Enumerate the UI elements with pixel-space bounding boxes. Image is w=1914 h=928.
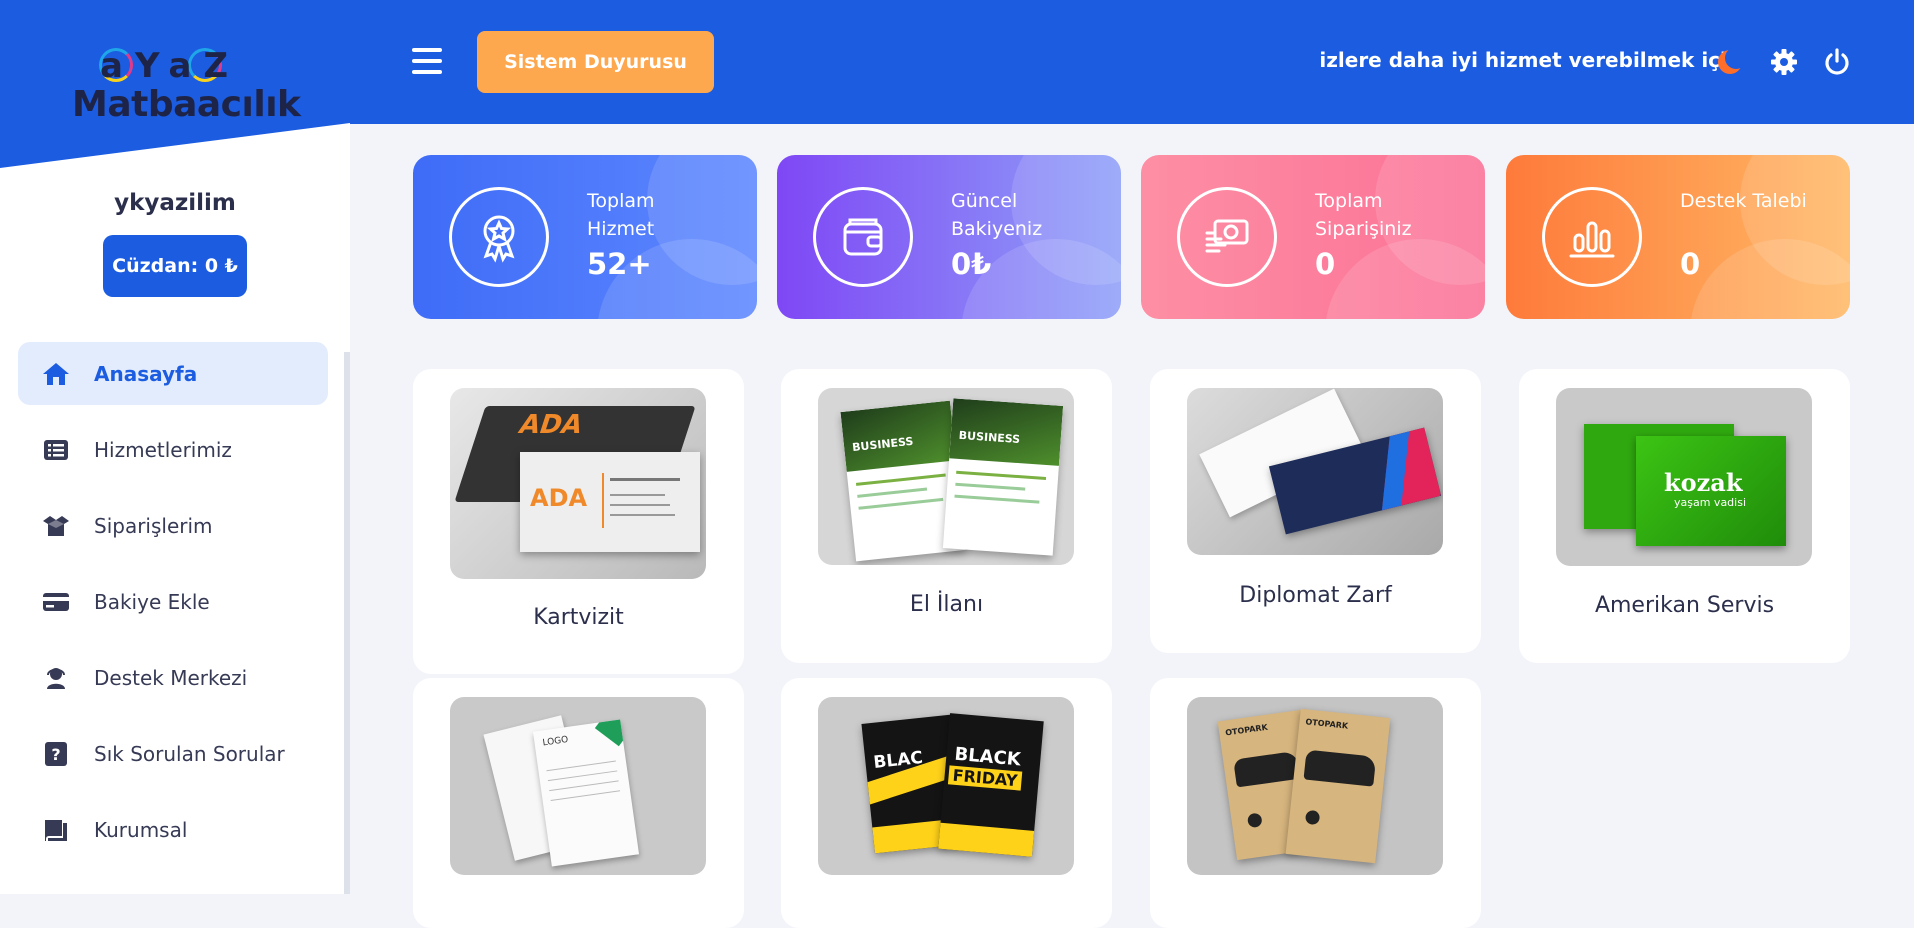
product-card-diplomat-zarf[interactable]: Diplomat Zarf bbox=[1150, 369, 1481, 653]
product-grid: ADA ADA Kartvizit BUSINESS BUSINESS El İ… bbox=[413, 369, 1851, 928]
sidebar-nav: Anasayfa Hizmetlerimiz Siparişlerim Baki… bbox=[18, 342, 328, 874]
list-icon bbox=[40, 436, 72, 464]
product-title: El İlanı bbox=[909, 592, 984, 617]
product-card-amerikan-servis[interactable]: kozak yaşam vadisi Amerikan Servis bbox=[1519, 369, 1850, 663]
sidebar-item-kurumsal[interactable]: Kurumsal bbox=[18, 798, 328, 861]
sidebar-item-hizmetlerimiz[interactable]: Hizmetlerimiz bbox=[18, 418, 328, 481]
stat-value: 52+ bbox=[587, 247, 652, 281]
stat-label: Güncel Bakiyeniz bbox=[951, 190, 1043, 240]
sidebar-item-label: Kurumsal bbox=[94, 817, 188, 842]
question-icon: ? bbox=[40, 740, 72, 768]
stat-card-orders[interactable]: Toplam Siparişiniz 0 bbox=[1141, 155, 1485, 319]
product-card-kartvizit[interactable]: ADA ADA Kartvizit bbox=[413, 369, 744, 674]
book-icon bbox=[40, 816, 72, 844]
sidebar-item-label: Hizmetlerimiz bbox=[94, 437, 232, 462]
product-image: LOGO bbox=[450, 697, 706, 875]
product-title: Amerikan Servis bbox=[1594, 593, 1775, 618]
user-name: ykyazilim bbox=[114, 190, 236, 216]
product-card-row2-3[interactable]: OTOPARK OTOPARK bbox=[1150, 678, 1481, 928]
stat-label: Toplam Hizmet bbox=[587, 190, 655, 240]
stat-card-services[interactable]: Toplam Hizmet 52+ bbox=[413, 155, 757, 319]
sidebar-item-label: Siparişlerim bbox=[94, 513, 213, 538]
stat-label: Toplam Siparişiniz bbox=[1315, 190, 1412, 240]
product-image: OTOPARK OTOPARK bbox=[1187, 697, 1443, 875]
product-image: BUSINESS BUSINESS bbox=[818, 388, 1074, 565]
brand-logo[interactable]: aYaZ Matbaacılık bbox=[72, 44, 301, 125]
product-image: BLAC BLACK FRIDAY bbox=[818, 697, 1074, 875]
money-icon bbox=[1177, 187, 1277, 287]
sidebar-item-label: Destek Merkezi bbox=[94, 665, 248, 690]
sidebar-scrollbar[interactable] bbox=[344, 352, 350, 894]
moon-icon[interactable] bbox=[1712, 44, 1748, 80]
product-card-el-ilani[interactable]: BUSINESS BUSINESS El İlanı bbox=[781, 369, 1112, 663]
stat-value: 0 bbox=[1680, 247, 1701, 281]
stat-label: Destek Talebi bbox=[1680, 190, 1807, 212]
wallet-icon bbox=[813, 187, 913, 287]
gear-icon[interactable] bbox=[1766, 44, 1802, 80]
power-icon[interactable] bbox=[1819, 44, 1855, 80]
stat-card-support[interactable]: Destek Talebi 0 bbox=[1506, 155, 1850, 319]
headset-icon bbox=[40, 664, 72, 692]
wallet-button[interactable]: Cüzdan: 0 ₺ bbox=[103, 235, 247, 297]
product-card-row2-1[interactable]: LOGO bbox=[413, 678, 744, 928]
product-title: Diplomat Zarf bbox=[1239, 583, 1392, 608]
stats-row: Toplam Hizmet 52+ Güncel Bakiyeniz 0₺ To… bbox=[413, 155, 1851, 319]
product-title: Kartvizit bbox=[533, 605, 624, 630]
product-card-row2-2[interactable]: BLAC BLACK FRIDAY bbox=[781, 678, 1112, 928]
sidebar-item-bakiye-ekle[interactable]: Bakiye Ekle bbox=[18, 570, 328, 633]
svg-text:?: ? bbox=[51, 745, 60, 764]
award-icon bbox=[449, 187, 549, 287]
sidebar-item-sss[interactable]: ? Sık Sorulan Sorular bbox=[18, 722, 328, 785]
sidebar-item-anasayfa[interactable]: Anasayfa bbox=[18, 342, 328, 405]
sidebar-item-label: Anasayfa bbox=[94, 361, 198, 386]
hamburger-menu-icon[interactable] bbox=[412, 48, 442, 74]
sidebar-item-destek-merkezi[interactable]: Destek Merkezi bbox=[18, 646, 328, 709]
stat-value: 0₺ bbox=[951, 247, 992, 281]
top-icons bbox=[1712, 44, 1892, 80]
home-icon bbox=[40, 360, 72, 388]
chart-icon bbox=[1542, 187, 1642, 287]
marquee-text: Sizlere daha iyi hizmet verebilmek için bbox=[1318, 48, 1742, 72]
product-image bbox=[1187, 388, 1443, 555]
sidebar: aYaZ Matbaacılık ykyazilim Cüzdan: 0 ₺ A… bbox=[0, 0, 350, 894]
stat-card-balance[interactable]: Güncel Bakiyeniz 0₺ bbox=[777, 155, 1121, 319]
top-bar: Sistem Duyurusu Sizlere daha iyi hizmet … bbox=[350, 0, 1914, 124]
box-icon bbox=[40, 512, 72, 540]
sidebar-item-label: Sık Sorulan Sorular bbox=[94, 741, 285, 766]
credit-card-icon bbox=[40, 588, 72, 616]
sidebar-item-siparislerim[interactable]: Siparişlerim bbox=[18, 494, 328, 557]
sidebar-item-label: Bakiye Ekle bbox=[94, 589, 210, 614]
product-image: kozak yaşam vadisi bbox=[1556, 388, 1812, 566]
logo-bottom-text: Matbaacılık bbox=[72, 84, 301, 125]
logo-top-text: aYaZ bbox=[100, 46, 241, 86]
announcement-button[interactable]: Sistem Duyurusu bbox=[477, 31, 714, 93]
product-image: ADA ADA bbox=[450, 388, 706, 579]
stat-value: 0 bbox=[1315, 247, 1336, 281]
